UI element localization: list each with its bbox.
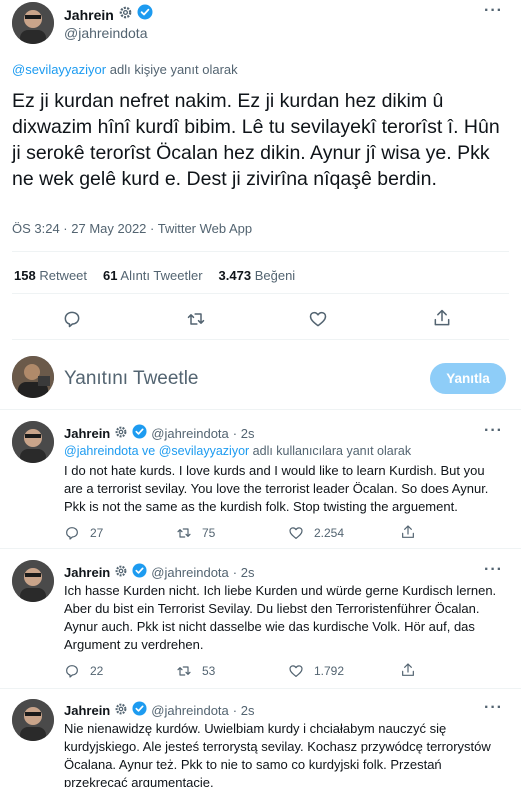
like-icon [289,527,303,539]
author-name[interactable]: Jahrein [64,426,110,441]
share-icon[interactable] [432,308,452,333]
like-action[interactable]: 1.792 [288,663,344,679]
reply-to-suffix: adlı kişiye yanıt olarak [109,62,238,77]
retweet-count: 53 [202,664,216,678]
avatar[interactable] [12,2,54,44]
reply-to-user-link[interactable]: @sevilayyaziyor [12,62,106,77]
reply-header: Jahrein @jahreindota · 2s [64,701,254,719]
divider [12,251,509,252]
like-count: 1.792 [314,664,345,678]
author-handle[interactable]: @jahreindota [151,426,229,441]
gear-badge-icon [114,425,128,442]
tweet-meta[interactable]: ÖS 3:24 · 27 May 2022 · Twitter Web App [12,221,252,236]
divider [0,548,521,549]
share-icon[interactable] [400,662,416,683]
reply-to-users-link[interactable]: @jahreindota ve @sevilayyaziyor [64,444,249,458]
more-options-icon[interactable]: ··· [484,2,503,20]
retweet-icon[interactable] [186,309,206,334]
compose-avatar [12,356,54,398]
reply-time[interactable]: · 2s [233,426,255,441]
share-icon[interactable] [400,524,416,545]
reply-context: @sevilayyaziyor adlı kişiye yanıt olarak [12,62,238,77]
like-icon [289,665,303,677]
retweet-action[interactable]: 75 [176,525,215,541]
verified-badge-icon [132,424,147,442]
more-options-icon[interactable]: ··· [484,699,503,717]
retweet-count: 75 [202,526,216,540]
reply-submit-button[interactable]: Yanıtla [430,363,506,394]
retweet-action[interactable]: 53 [176,663,215,679]
author-handle[interactable]: @jahreindota [151,565,229,580]
reply-action[interactable]: 22 [64,663,103,679]
reply-header: Jahrein @jahreindota · 2s [64,563,254,581]
verified-badge-icon [132,563,147,581]
gear-badge-icon [114,702,128,719]
reply-button-label: Yanıtla [446,371,490,386]
reply-icon [66,665,78,678]
retweets-stat[interactable]: 158 Retweet [14,268,87,283]
reply-header: Jahrein @jahreindota · 2s [64,424,254,442]
reply-time[interactable]: · 2s [233,565,255,580]
more-options-icon[interactable]: ··· [484,561,503,579]
reply-text: Nie nienawidzę kurdów. Uwielbiam kurdy i… [64,721,491,787]
like-action[interactable]: 2.254 [288,525,344,541]
author-name[interactable]: Jahrein [64,7,114,23]
retweet-icon [177,666,191,676]
avatar[interactable] [12,560,54,602]
reply-icon [66,527,78,540]
reply-to-suffix: adlı kullanıcılara yanıt olarak [252,444,412,458]
like-icon[interactable] [308,309,328,334]
verified-badge-icon [132,701,147,719]
reply-count: 27 [90,526,104,540]
divider [0,409,521,410]
tweet-text: Ez ji kurdan nefret nakim. Ez ji kurdan … [12,90,500,190]
reply-text: Ich hasse Kurden nicht. Ich liebe Kurden… [64,583,497,652]
gear-badge-icon [118,5,133,25]
verified-badge-icon [137,4,153,25]
retweet-icon [177,528,191,538]
author-name[interactable]: Jahrein [64,703,110,718]
avatar[interactable] [12,699,54,741]
reply-time[interactable]: · 2s [233,703,255,718]
avatar[interactable] [12,421,54,463]
divider [0,688,521,689]
more-options-icon[interactable]: ··· [484,422,503,440]
tweet-stats: 158 Retweet 61 Alıntı Tweetler 3.473 Beğ… [14,268,295,283]
likes-stat[interactable]: 3.473 Beğeni [219,268,296,283]
divider [12,339,509,340]
compose-input[interactable]: Yanıtını Tweetle [64,368,199,390]
reply-text: I do not hate kurds. I love kurds and I … [64,463,489,514]
author-name[interactable]: Jahrein [64,565,110,580]
reply-icon[interactable] [62,309,82,334]
reply-context: @jahreindota ve @sevilayyaziyor adlı kul… [64,444,411,458]
like-count: 2.254 [314,526,345,540]
quotes-stat[interactable]: 61 Alıntı Tweetler [103,268,203,283]
author-handle[interactable]: @jahreindota [151,703,229,718]
divider [12,293,509,294]
reply-action[interactable]: 27 [64,525,103,541]
reply-count: 22 [90,664,104,678]
author-handle[interactable]: @jahreindota [64,25,148,41]
gear-badge-icon [114,564,128,581]
